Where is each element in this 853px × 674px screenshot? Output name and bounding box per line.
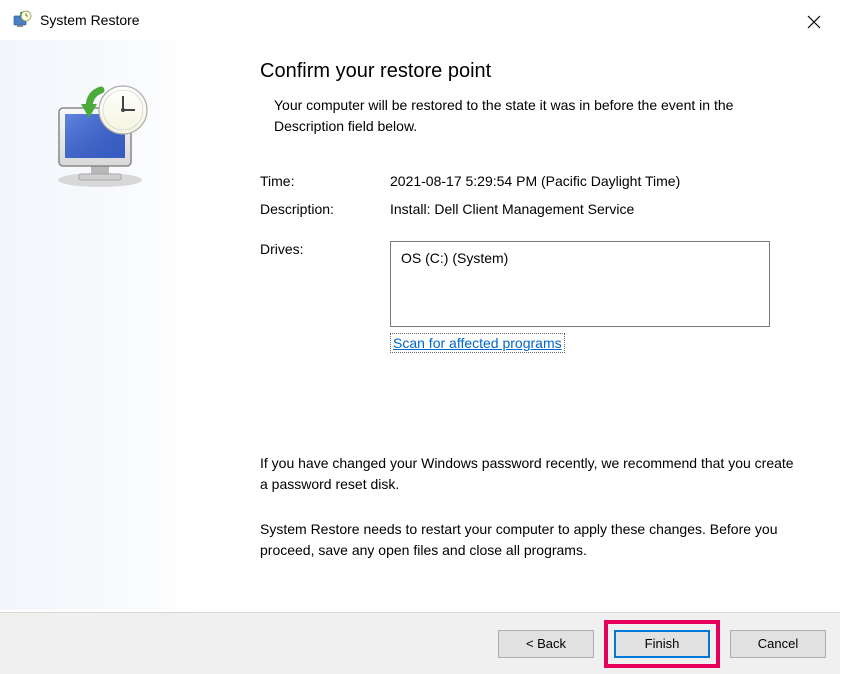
- time-value: 2021-08-17 5:29:54 PM (Pacific Daylight …: [390, 173, 800, 189]
- restore-info-table: Time: 2021-08-17 5:29:54 PM (Pacific Day…: [260, 173, 800, 217]
- restart-warning-text: System Restore needs to restart your com…: [260, 519, 800, 561]
- close-button[interactable]: [802, 10, 826, 34]
- titlebar: System Restore: [0, 0, 840, 40]
- finish-button[interactable]: Finish: [614, 630, 710, 658]
- time-label: Time:: [260, 173, 390, 189]
- password-warning-text: If you have changed your Windows passwor…: [260, 453, 800, 495]
- drives-label: Drives:: [260, 241, 390, 327]
- back-button[interactable]: < Back: [498, 630, 594, 658]
- drives-row: Drives: OS (C:) (System): [260, 241, 800, 327]
- finish-highlight: Finish: [604, 620, 720, 668]
- button-footer: < Back Finish Cancel: [0, 612, 840, 674]
- drives-list: OS (C:) (System): [390, 241, 770, 327]
- cancel-button[interactable]: Cancel: [730, 630, 826, 658]
- content-area: Confirm your restore point Your computer…: [200, 40, 840, 610]
- description-value: Install: Dell Client Management Service: [390, 201, 800, 217]
- window-title: System Restore: [40, 12, 140, 28]
- page-heading: Confirm your restore point: [260, 60, 800, 83]
- system-restore-window: System Restore: [0, 0, 840, 674]
- system-restore-large-icon: [45, 80, 155, 190]
- system-restore-icon: [12, 10, 32, 30]
- page-subheading: Your computer will be restored to the st…: [260, 95, 800, 137]
- close-icon: [807, 15, 821, 29]
- body-area: Confirm your restore point Your computer…: [0, 40, 840, 610]
- sidebar: [0, 40, 200, 610]
- scan-programs-link[interactable]: Scan for affected programs: [390, 333, 565, 353]
- description-label: Description:: [260, 201, 390, 217]
